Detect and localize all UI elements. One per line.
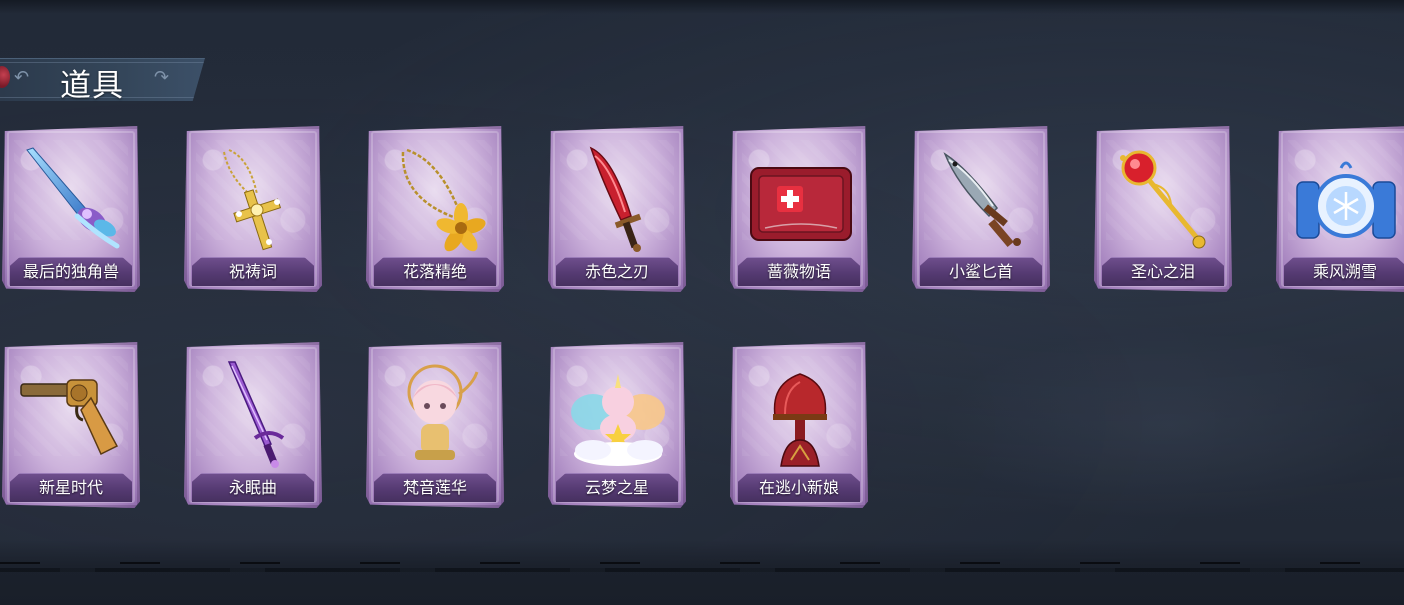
top-edge (0, 0, 1404, 14)
red-lamp-icon (745, 354, 855, 472)
item-label: 新星时代 (38, 478, 103, 497)
item-card-1[interactable]: 祝祷词 (184, 126, 322, 292)
item-card-7[interactable]: 乘风溯雪 (1276, 126, 1404, 292)
item-card-5[interactable]: 小鲨匕首 (912, 126, 1050, 292)
chibi-figure-icon (381, 354, 491, 472)
ruby-scepter-icon (1109, 138, 1219, 256)
item-label: 永眠曲 (228, 478, 277, 497)
cloud-unicorn-icon (563, 354, 673, 472)
item-label: 小鲨匕首 (948, 262, 1013, 281)
shark-dagger-icon (927, 138, 1037, 256)
item-card-4[interactable]: 蔷薇物语 (730, 126, 868, 292)
section-header: ↶ ↷ 道具 (0, 58, 210, 104)
item-label: 赤色之刃 (584, 262, 649, 281)
item-card-8[interactable]: 新星时代 (2, 342, 140, 508)
item-label: 最后的独角兽 (22, 262, 119, 281)
item-label: 云梦之星 (584, 478, 649, 497)
item-card-0[interactable]: 最后的独角兽 (2, 126, 140, 292)
item-card-6[interactable]: 圣心之泪 (1094, 126, 1232, 292)
golden-revolver-icon (17, 354, 127, 472)
swirl-right-icon: ↷ (154, 67, 170, 88)
item-card-10[interactable]: 梵音莲华 (366, 342, 504, 508)
unicorn-horn-sword-icon (17, 138, 127, 256)
red-blade-icon (563, 138, 673, 256)
purple-rapier-icon (199, 354, 309, 472)
swirl-left-icon: ↶ (14, 67, 30, 88)
item-label: 圣心之泪 (1130, 262, 1195, 281)
item-label: 梵音莲华 (402, 478, 467, 497)
bottom-band (0, 540, 1404, 605)
item-card-3[interactable]: 赤色之刃 (548, 126, 686, 292)
item-card-9[interactable]: 永眠曲 (184, 342, 322, 508)
section-title: 道具 (60, 68, 124, 104)
red-medkit-icon (745, 138, 855, 256)
snow-lantern-icon (1291, 138, 1401, 256)
golden-cross-pendant-icon (199, 138, 309, 256)
item-card-12[interactable]: 在逃小新娘 (730, 342, 868, 508)
item-label: 在逃小新娘 (758, 478, 839, 497)
item-card-11[interactable]: 云梦之星 (548, 342, 686, 508)
golden-flower-pendant-icon (381, 138, 491, 256)
item-label: 蔷薇物语 (766, 262, 831, 281)
item-label: 祝祷词 (228, 262, 277, 281)
background-haze (940, 330, 1400, 520)
item-card-2[interactable]: 花落精绝 (366, 126, 504, 292)
item-label: 花落精绝 (402, 262, 467, 281)
item-label: 乘风溯雪 (1312, 262, 1377, 281)
